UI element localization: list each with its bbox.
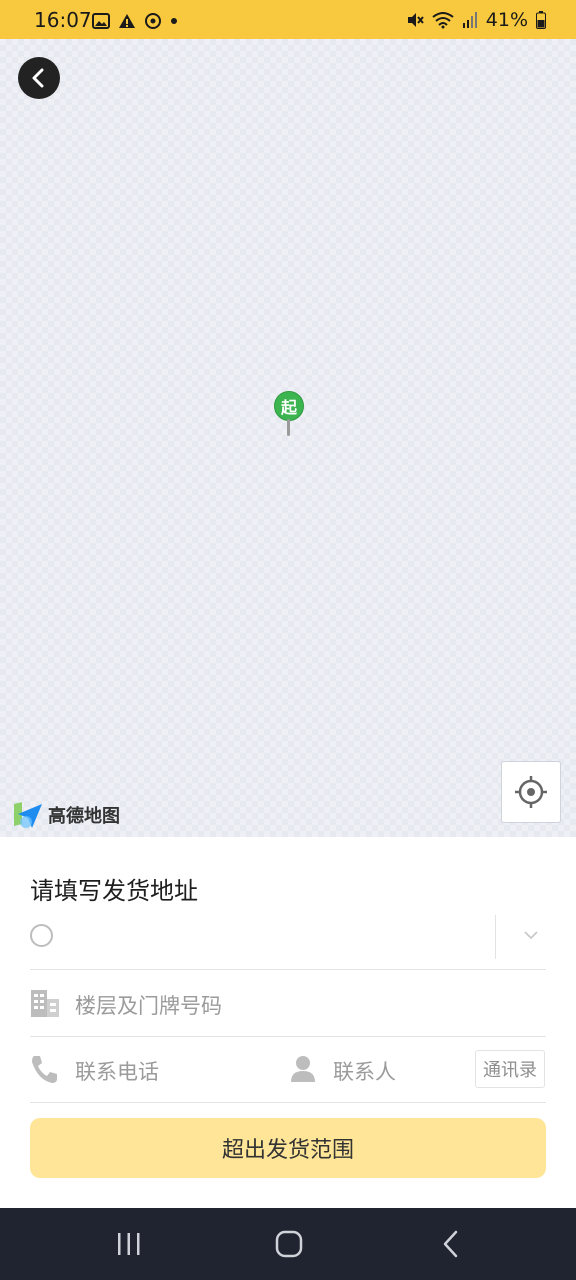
system-nav-bar	[0, 1208, 576, 1280]
start-marker-stem	[287, 419, 290, 436]
phone-input[interactable]: 联系电话	[75, 1056, 159, 1086]
chevron-left-icon	[32, 68, 44, 88]
address-panel: 请填写发货地址 楼层及门牌号码 联系电话 联系人 通讯录 超出发货范围	[0, 837, 576, 1208]
back-button[interactable]	[18, 57, 60, 99]
gallery-icon	[92, 13, 110, 29]
map-logo-text: 高德地图	[48, 806, 120, 827]
dot-icon	[171, 18, 177, 24]
status-bar: 16:07 41%	[0, 0, 576, 39]
contact-row: 联系电话 联系人 通讯录	[30, 1036, 546, 1103]
battery-icon	[536, 11, 546, 29]
status-time: 16:07	[34, 8, 92, 32]
map-view[interactable]	[0, 39, 576, 837]
back-nav-icon[interactable]	[440, 1230, 462, 1258]
address-select-row[interactable]	[30, 915, 546, 970]
signal-icon	[462, 12, 477, 28]
contact-name-input[interactable]: 联系人	[333, 1056, 396, 1086]
address-radio	[30, 924, 53, 947]
crosshair-icon	[515, 776, 547, 808]
floor-row[interactable]: 楼层及门牌号码	[30, 970, 546, 1037]
start-marker-label: 起	[274, 391, 304, 421]
locate-button[interactable]	[501, 761, 561, 823]
chevron-down-icon[interactable]	[523, 927, 539, 943]
phone-icon	[32, 1056, 57, 1083]
panel-title: 请填写发货地址	[30, 877, 198, 905]
home-icon[interactable]	[275, 1230, 303, 1258]
mute-icon	[407, 13, 424, 27]
sync-icon	[145, 13, 161, 29]
contacts-button[interactable]: 通讯录	[475, 1050, 545, 1088]
wifi-icon	[432, 12, 454, 29]
address-divider	[495, 915, 496, 959]
status-left-icons	[92, 12, 178, 30]
battery-percent: 41%	[485, 9, 528, 31]
map-logo: 高德地图	[12, 800, 120, 830]
start-marker[interactable]: 起	[274, 391, 304, 437]
building-icon	[31, 990, 59, 1017]
floor-input[interactable]: 楼层及门牌号码	[75, 990, 222, 1020]
warning-icon	[119, 14, 135, 28]
amap-logo-icon	[14, 802, 42, 828]
status-right-icons: 41%	[406, 8, 546, 32]
submit-button[interactable]: 超出发货范围	[30, 1118, 546, 1178]
person-icon	[291, 1056, 315, 1082]
recent-apps-icon[interactable]	[116, 1230, 142, 1258]
